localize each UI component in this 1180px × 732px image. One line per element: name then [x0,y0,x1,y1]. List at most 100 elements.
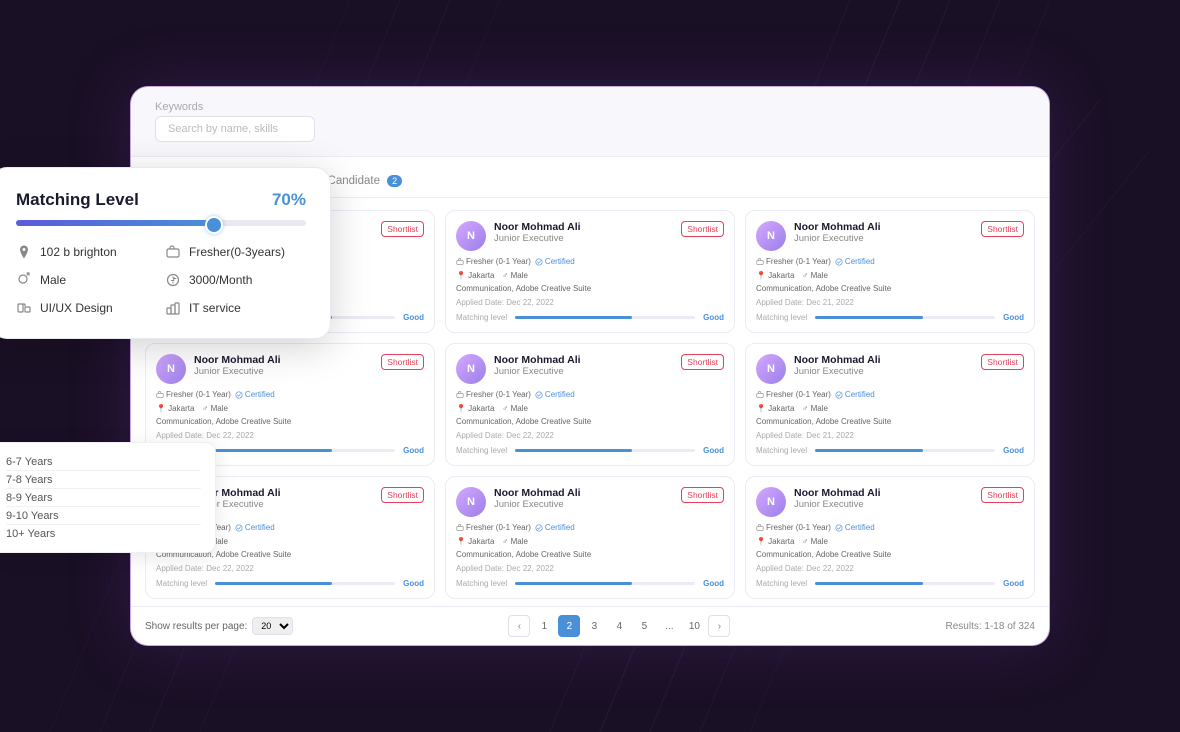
gender-label: ♂ Male [802,537,828,546]
experience-info: Fresher(0-3years) [165,244,306,260]
matching-level-card: Matching Level 70% 102 b brighton Freshe… [0,167,331,339]
card-info: Noor Mohmad Ali Junior Executive [794,487,973,510]
page-3-button[interactable]: 3 [583,615,605,637]
card-applied-date: Applied Date: Dec 21, 2022 [756,298,1024,307]
page-10-button[interactable]: 10 [683,615,705,637]
candidate-name: Noor Mohmad Ali [794,221,973,233]
experience-tag: Fresher (0-1 Year) [756,390,831,399]
exp-item-3: 8-9 Years [6,489,201,507]
matching-mini-bar [815,449,995,452]
card-applied-date: Applied Date: Dec 22, 2022 [456,564,724,573]
shortlist-button[interactable]: Shortlist [981,354,1024,370]
app-header: Keywords Search by name, skills [131,87,1049,157]
matching-label: Matching level [456,579,507,588]
candidate-name: Noor Mohmad Ali [794,487,973,499]
card-header: N Noor Mohmad Ali Junior Executive Short… [456,221,724,251]
matching-mini-bar [515,449,695,452]
matching-label: Matching level [456,313,507,322]
avatar: N [456,221,486,251]
card-location: 📍 Jakarta ♂ Male [456,271,724,280]
card-applied-date: Applied Date: Dec 22, 2022 [456,298,724,307]
verified-tag: Certified [535,523,575,532]
experience-tag: Fresher (0-1 Year) [456,257,531,266]
card-tags: Fresher (0-1 Year) Certified [456,523,724,532]
experience-text: Fresher(0-3years) [189,245,285,259]
matching-bar-fill [16,220,219,226]
page-2-button[interactable]: 2 [558,615,580,637]
matching-level-text: Good [1003,313,1024,322]
page-4-button[interactable]: 4 [608,615,630,637]
card-footer: Matching level Good [156,579,424,588]
per-page-selector: Show results per page: 20 10 50 [145,617,293,635]
matching-bar-background [16,220,306,226]
main-card: Matching Level 70% 102 b brighton Freshe… [130,86,1050,646]
prev-page-button[interactable]: ‹ [508,615,530,637]
verified-tag: Certified [835,523,875,532]
card-tags: Fresher (0-1 Year) Certified [156,390,424,399]
matching-mini-fill [815,582,923,585]
candidate-role: Junior Executive [794,233,973,244]
exp-item-2: 7-8 Years [6,471,201,489]
per-page-select[interactable]: 20 10 50 [252,617,293,635]
card-header: N Noor Mohmad Ali Junior Executive Short… [756,354,1024,384]
matching-mini-fill [815,316,923,319]
salary-text: 3000/Month [189,273,252,287]
verified-tag: Certified [535,390,575,399]
field-info: UI/UX Design [16,300,157,316]
keywords-label: Keywords [155,101,315,113]
page-1-button[interactable]: 1 [533,615,555,637]
salary-info: 3000/Month [165,272,306,288]
shortlist-button[interactable]: Shortlist [681,221,724,237]
shortlist-button[interactable]: Shortlist [381,221,424,237]
shortlist-button[interactable]: Shortlist [381,354,424,370]
candidate-role: Junior Executive [194,499,373,510]
field-text: UI/UX Design [40,301,113,315]
experience-tag: Fresher (0-1 Year) [456,523,531,532]
gender-info: Male [16,272,157,288]
candidate-card: N Noor Mohmad Ali Junior Executive Short… [745,343,1035,466]
shortlist-button[interactable]: Shortlist [381,487,424,503]
shortlist-button[interactable]: Shortlist [981,487,1024,503]
shortlist-button[interactable]: Shortlist [981,221,1024,237]
location-label: 📍 Jakarta [756,537,794,546]
experience-tag: Fresher (0-1 Year) [756,523,831,532]
gender-label: ♂ Male [202,404,228,413]
card-info: Noor Mohmad Ali Junior Executive [194,487,373,510]
experience-tag: Fresher (0-1 Year) [456,390,531,399]
gender-text: Male [40,273,66,287]
page-5-button[interactable]: 5 [633,615,655,637]
matching-mini-bar [515,582,695,585]
matching-level-text: Good [703,579,724,588]
location-text: 102 b brighton [40,245,117,259]
card-location: 📍 Jakarta ♂ Male [756,271,1024,280]
card-tags: Fresher (0-1 Year) Certified [456,257,724,266]
candidate-card: N Noor Mohmad Ali Junior Executive Short… [445,343,735,466]
matching-label: Matching level [456,446,507,455]
matching-mini-fill [515,316,632,319]
experience-tag: Fresher (0-1 Year) [756,257,831,266]
card-footer: Matching level Good [456,313,724,322]
shortlist-button[interactable]: Shortlist [681,487,724,503]
page-...-button[interactable]: ... [658,615,680,637]
matching-level-text: Good [403,446,424,455]
matching-mini-fill [815,449,923,452]
card-footer: Matching level Good [756,579,1024,588]
matching-mini-fill [515,582,632,585]
card-applied-date: Applied Date: Dec 21, 2022 [756,431,1024,440]
page-numbers: ‹12345...10› [508,615,730,637]
industry-text: IT service [189,301,241,315]
candidate-role: Junior Executive [494,499,673,510]
matching-label: Matching level [756,313,807,322]
shortlist-button[interactable]: Shortlist [681,354,724,370]
gender-label: ♂ Male [502,271,528,280]
experience-list-card: 6-7 Years 7-8 Years 8-9 Years 9-10 Years… [0,442,216,553]
next-page-button[interactable]: › [708,615,730,637]
card-applied-date: Applied Date: Dec 22, 2022 [156,431,424,440]
matching-mini-bar [515,316,695,319]
matching-label: Matching level [756,579,807,588]
location-label: 📍 Jakarta [456,404,494,413]
card-footer: Matching level Good [456,446,724,455]
avatar: N [756,354,786,384]
search-box[interactable]: Search by name, skills [155,116,315,142]
card-tags: Fresher (0-1 Year) Certified [756,390,1024,399]
